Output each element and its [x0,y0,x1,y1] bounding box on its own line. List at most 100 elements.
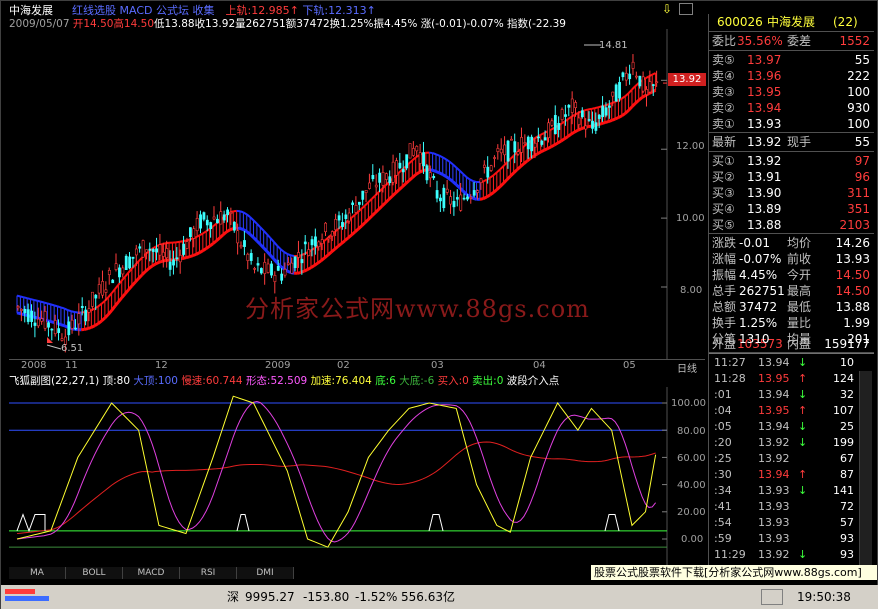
band-lower [432,168,437,173]
band-upper [246,213,251,218]
pin-icon[interactable]: ⇩ [662,2,672,16]
candle-body [499,148,503,154]
candle-body [557,123,561,130]
ask-label: 卖② [712,101,735,115]
tick-row: :25 13.92 67 [714,452,874,466]
stat-value: 14.50 [835,284,870,298]
ind-dadi: 大底:-6 [399,375,435,387]
bid-volume: 2103 [839,218,870,232]
candle-body [192,228,196,239]
ask-label: 卖① [712,117,735,131]
bid-label: 买⑤ [712,218,735,232]
candle-body [107,270,111,275]
candle-body [114,263,118,270]
tick-price: 13.94 [758,420,790,433]
ad-banner[interactable]: 股票公式股票软件下载[分析家公式网www.88gs.com] [591,565,877,580]
stat-value: 13.93 [835,252,870,266]
band-lower [601,121,606,126]
indicator-title[interactable]: 飞狐副图(22,27,1) [9,375,99,387]
band-lower [222,230,228,236]
candle-body [118,267,121,278]
stat-label: 总手 [712,284,737,298]
stat-row: 总额 37472 最低 13.88 [709,299,874,315]
ask-volume: 930 [847,101,870,115]
band-upper [587,107,592,111]
band-lower [611,117,616,122]
candle-body [67,321,71,336]
candle-body [455,197,459,200]
candle-body [631,61,635,69]
band-upper [198,232,204,237]
band-lower [374,208,380,214]
candle-body [368,182,371,189]
band-upper [279,248,285,253]
tab-ma[interactable]: MA [9,567,66,579]
stat-value: 262751 [739,284,785,298]
band-upper [26,297,31,301]
band-lower [553,141,559,147]
tick-volume: 141 [833,484,854,497]
candle-body [266,263,270,273]
band-upper [290,254,295,257]
bid-label: 买④ [712,202,735,216]
candle-body [577,117,581,125]
stat-value: 1.99 [843,316,870,330]
band-lower [482,195,488,200]
candle-body [256,263,260,266]
window-restore-icon[interactable] [679,3,693,15]
tick-scrollbar[interactable] [859,371,872,567]
tab-boll[interactable]: BOLL [66,567,123,579]
bid-row: 买③ 13.90 311 [709,185,874,201]
tick-arrow: ↓ [798,388,808,401]
bid-row: 买② 13.91 96 [709,169,874,185]
band-upper [47,302,52,306]
tick-time: :25 [714,452,732,465]
period-label[interactable]: 日线 [677,360,697,375]
tick-time: :54 [714,516,732,529]
candle-body [324,222,327,233]
tick-volume: 93 [840,532,854,545]
candle-body [564,114,567,117]
band-lower [543,147,549,152]
signal-icon [5,589,57,603]
band-upper [195,234,200,239]
band-upper [239,210,244,214]
band-lower [202,247,208,252]
ask-price: 13.96 [747,69,782,83]
band-lower [641,94,647,99]
band-upper [350,214,356,219]
candle-body [94,294,98,299]
tick-volume: 107 [833,404,854,417]
tick-price: 13.92 [758,436,790,449]
candle-body [587,119,591,121]
band-upper [448,160,454,166]
candle-body [249,253,253,261]
tick-time: 11:29 [714,548,746,561]
tab-dmi[interactable]: DMI [237,567,294,579]
tick-list[interactable]: 11:27 13.94 ↓ 10 11:28 13.95 ↑ 124:01 13.94 ↓ 32:0… [709,356,874,568]
tick-row: :54 13.93 57 [714,516,874,530]
candle-body [148,248,152,251]
candle-body [591,120,594,129]
band-lower [485,193,491,199]
band-lower [316,259,322,265]
stat-value: 201 [847,332,870,346]
band-lower [384,198,390,204]
band-lower [347,233,353,240]
band-lower [441,173,447,178]
candle-body [189,227,192,238]
candle-body [276,265,280,271]
band-lower [60,323,65,328]
band-upper [33,298,38,302]
tab-macd[interactable]: MACD [123,567,180,579]
candle-body [87,308,91,313]
band-lower [303,268,309,273]
bottom-signal [604,514,620,531]
indicator-chart[interactable] [9,387,705,565]
band-upper [442,156,447,161]
candle-body [459,194,463,211]
tab-rsi[interactable]: RSI [180,567,237,579]
band-lower [97,319,103,325]
band-upper [560,120,565,125]
network-icon[interactable] [761,589,783,605]
